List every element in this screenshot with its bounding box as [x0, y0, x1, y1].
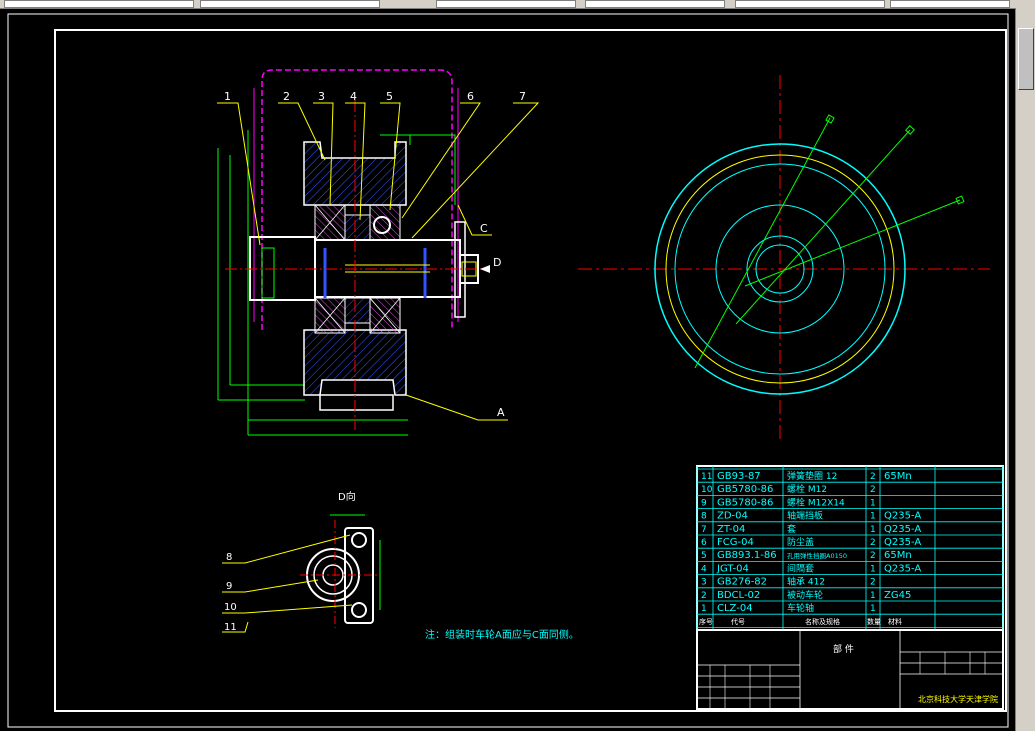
toolbar-combo-3[interactable]	[436, 0, 576, 8]
part-name-label: 部 件	[833, 643, 854, 655]
leader-label-1: 1	[224, 90, 231, 103]
bom-header-code: 代号	[731, 617, 745, 626]
bom-row-qty: 1	[870, 498, 876, 508]
bom-row-no: 2	[701, 591, 707, 601]
sheet-border	[7, 13, 1009, 728]
bom-row-material: Q235-A	[884, 524, 921, 535]
bom-row-code: FCG-04	[717, 537, 754, 548]
detail-leader-10: 10	[224, 602, 237, 613]
detail-leader-11: 11	[224, 622, 237, 633]
detail-d-view: D向 8 9 10 11	[222, 490, 381, 633]
bom-row-no: 10	[701, 485, 713, 495]
bom-row-name: 轴承 412	[787, 576, 825, 588]
bom-row-code: GB93-87	[717, 471, 761, 482]
vertical-scrollbar[interactable]	[1015, 8, 1035, 731]
bom-row-qty: 1	[870, 604, 876, 614]
leader-label-3: 3	[318, 90, 325, 103]
assembly-note: 注：组装时车轮A面应与C面同侧。	[425, 628, 579, 641]
bom-row-no: 8	[701, 512, 707, 522]
bom-row-name: 轴端挡板	[787, 510, 823, 522]
bom-row-name: 防尘盖	[787, 536, 814, 548]
school-name: 北京科技大学天津学院	[918, 694, 998, 704]
bom-row-code: GB276-82	[717, 577, 767, 588]
scroll-thumb[interactable]	[1018, 28, 1034, 90]
bom-row-name: 孔用弹性挡圈A0150	[787, 551, 847, 560]
label-d: D	[493, 256, 501, 269]
bom-row-name: 弹簧垫圈 12	[787, 470, 837, 482]
bom-row-material: Q235-A	[884, 511, 921, 522]
drawing-frame	[54, 29, 1007, 712]
bom-row-no: 11	[701, 472, 712, 482]
bom-header-no: 序号	[699, 617, 713, 626]
bom-row-name: 螺栓 M12	[787, 483, 827, 495]
bom-row-material: 65Mn	[884, 550, 912, 561]
wheel-side-view	[578, 75, 990, 440]
toolbar-combo-2[interactable]	[200, 0, 380, 8]
leader-label-4: 4	[350, 90, 357, 103]
bom-row-name: 车轮轴	[787, 602, 814, 614]
bom-row-code: BDCL-02	[717, 590, 760, 601]
leader-label-5: 5	[386, 90, 393, 103]
bom-row-code: ZT-04	[717, 524, 745, 535]
detail-leader-8: 8	[226, 552, 232, 563]
bom-row-no: 4	[701, 564, 707, 574]
bom-row-no: 3	[701, 578, 707, 588]
bom-header-qty: 数量	[867, 617, 881, 626]
leader-label-6: 6	[467, 90, 474, 103]
bom-row-qty: 1	[870, 591, 876, 601]
bom-row-qty: 2	[870, 485, 876, 495]
bom-row-code: GB5780-86	[717, 497, 773, 508]
bom-row-code: CLZ-04	[717, 603, 753, 614]
label-c: C	[480, 222, 488, 235]
bom-row-no: 9	[701, 498, 707, 508]
detail-title: D向	[338, 490, 356, 503]
toolbar-combo-4[interactable]	[585, 0, 725, 8]
bom-row-material: ZG45	[884, 590, 911, 601]
wheel-section-view: 1 2 3 4 5 6 7 A C D	[217, 69, 540, 436]
toolbar-combo-6[interactable]	[890, 0, 1010, 8]
leader-label-7: 7	[519, 90, 526, 103]
bom-row-name: 被动车轮	[787, 589, 823, 601]
bom-row-qty: 2	[870, 472, 876, 482]
bom-row-no: 7	[701, 525, 707, 535]
bom-row-name: 螺栓 M12X14	[787, 496, 845, 508]
bom-row-qty: 1	[870, 512, 876, 522]
cad-drawing-canvas[interactable]: 1 2 3 4 5 6 7 A C D D向 8 9 10 11 注：组装时车轮…	[0, 8, 1016, 731]
bom-table: 11 GB93-87 弹簧垫圈 12 2 65Mn10 GB5780-86 螺栓 M12 29…	[696, 465, 1004, 631]
bom-row-code: GB5780-86	[717, 484, 773, 495]
detail-leader-9: 9	[226, 581, 232, 592]
bom-row-code: GB893.1-86	[717, 550, 777, 561]
bom-row-qty: 2	[870, 538, 876, 548]
bom-row-code: JGT-04	[716, 563, 749, 574]
bom-row-no: 5	[701, 551, 707, 561]
bom-row-no: 6	[701, 538, 707, 548]
bom-row-material: Q235-A	[884, 537, 921, 548]
bom-row-material: 65Mn	[884, 471, 912, 482]
bom-row-qty: 1	[870, 525, 876, 535]
bom-row-qty: 2	[870, 551, 876, 561]
bom-row-name: 间隔套	[787, 562, 814, 574]
bom-row-no: 1	[701, 604, 707, 614]
title-block: 部 件 北京科技大学天津学院	[696, 629, 1004, 710]
label-a: A	[497, 406, 505, 419]
bom-row-qty: 2	[870, 578, 876, 588]
toolbar-combo-1[interactable]	[4, 0, 194, 8]
leader-label-2: 2	[283, 90, 290, 103]
bom-header-name: 名称及规格	[805, 617, 840, 626]
bom-row-qty: 1	[870, 564, 876, 574]
bom-row-code: ZD-04	[717, 511, 748, 522]
bom-row-material: Q235-A	[884, 563, 921, 574]
bom-header-material: 材料	[888, 617, 902, 626]
toolbar-combo-5[interactable]	[735, 0, 885, 8]
bom-row-name: 套	[787, 523, 796, 535]
